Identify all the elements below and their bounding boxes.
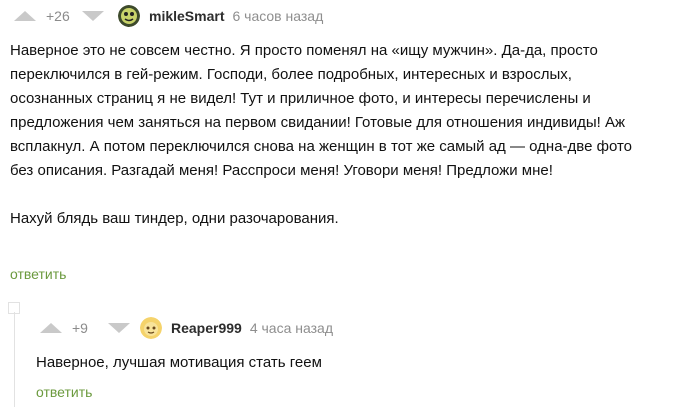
reply-text: Наверное, лучшая мотивация стать геем: [36, 354, 322, 371]
comment-line: переключился в гей-режим. Господи, более…: [10, 66, 572, 83]
comment-line: Наверное это не совсем честно. Я просто …: [10, 42, 598, 59]
comment-line: Нахуй блядь ваш тиндер, одни разочарован…: [10, 210, 339, 227]
reply-button[interactable]: ответить: [36, 384, 92, 400]
reply-author[interactable]: Reaper999: [171, 320, 242, 336]
comment-line: всплакнул. А потом переключился снова на…: [10, 138, 632, 155]
upvote-icon[interactable]: [40, 323, 62, 333]
cartoon-avatar-icon[interactable]: [118, 5, 140, 27]
comment-line: предложения чем заняться на первом свида…: [10, 114, 626, 131]
comment-header: +26 mikleSmart 6 часов назад: [14, 2, 323, 30]
reply-header: +9 Reaper999 4 часа назад: [40, 314, 333, 342]
reply-time: 4 часа назад: [249, 320, 333, 336]
reply-body: Наверное, лучшая мотивация стать геем: [36, 351, 676, 375]
thread-line[interactable]: [14, 312, 15, 407]
reply-rating: +9: [72, 320, 88, 336]
downvote-icon[interactable]: [108, 323, 130, 333]
comment-rating: +26: [46, 8, 70, 24]
reply-button[interactable]: ответить: [10, 266, 66, 282]
yellow-avatar-icon[interactable]: [140, 317, 162, 339]
comment-author[interactable]: mikleSmart: [149, 8, 224, 24]
downvote-icon[interactable]: [82, 11, 104, 21]
comment-line: осознанных страниц я не видел! Тут и при…: [10, 90, 591, 107]
comment-body: Наверное это не совсем честно. Я просто …: [10, 39, 690, 231]
upvote-icon[interactable]: [14, 11, 36, 21]
comment-time: 6 часов назад: [232, 8, 324, 24]
comment-line: без описания. Разгадай меня! Расспроси м…: [10, 162, 553, 179]
comment-line: [10, 183, 690, 207]
